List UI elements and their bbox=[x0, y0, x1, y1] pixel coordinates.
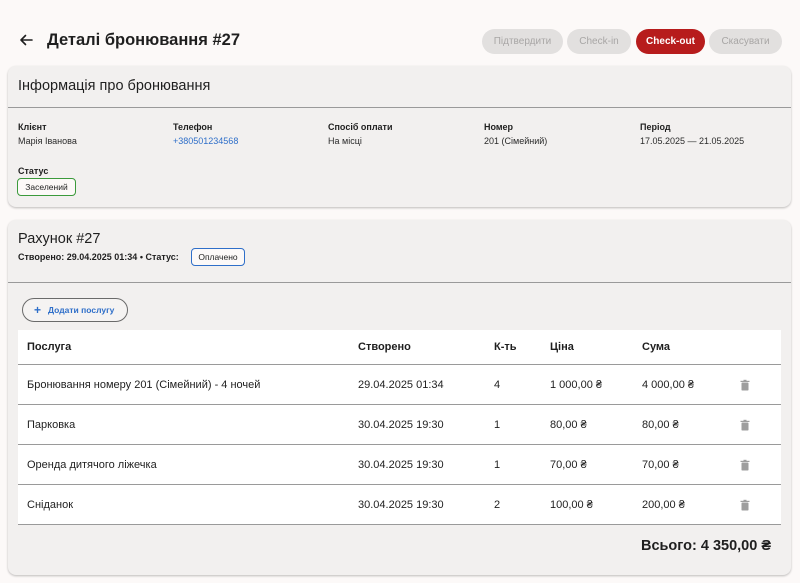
status-badge: Заселений bbox=[17, 178, 76, 196]
cell-created: 30.04.2025 19:30 bbox=[358, 458, 444, 471]
delete-button[interactable] bbox=[739, 405, 751, 444]
delete-button[interactable] bbox=[739, 445, 751, 484]
payment-value: На місці bbox=[328, 136, 362, 146]
client-label: Клієнт bbox=[18, 122, 47, 132]
table-row: Парковка 30.04.2025 19:30 1 80,00 ₴ 80,0… bbox=[18, 405, 781, 445]
booking-info-title: Інформація про бронювання bbox=[18, 78, 211, 94]
cell-created: 30.04.2025 19:30 bbox=[358, 418, 444, 431]
booking-info-card: Інформація про бронювання Клієнт Марія І… bbox=[8, 66, 791, 207]
cell-service: Бронювання номеру 201 (Сімейний) - 4 ноч… bbox=[27, 378, 261, 391]
column-header-service: Послуга bbox=[27, 341, 72, 353]
table-header-row: Послуга Створено К-ть Ціна Сума bbox=[18, 330, 781, 365]
add-service-label: Додати послугу bbox=[48, 305, 115, 315]
column-header-created: Створено bbox=[358, 341, 411, 353]
services-table: Послуга Створено К-ть Ціна Сума Бронюван… bbox=[18, 330, 781, 525]
cell-sum: 4 000,00 ₴ bbox=[642, 378, 694, 391]
table-row: Сніданок 30.04.2025 19:30 2 100,00 ₴ 200… bbox=[18, 485, 781, 525]
cell-sum: 200,00 ₴ bbox=[642, 498, 685, 511]
checkin-button[interactable]: Check-in bbox=[567, 29, 631, 54]
column-header-sum: Сума bbox=[642, 341, 671, 353]
cell-price: 80,00 ₴ bbox=[550, 418, 587, 431]
page-header: Деталі бронювання #27 Підтвердити Check-… bbox=[0, 0, 800, 66]
cell-qty: 1 bbox=[494, 418, 501, 431]
cell-price: 70,00 ₴ bbox=[550, 458, 587, 471]
room-value: 201 (Сімейний) bbox=[484, 136, 548, 146]
invoice-title: Рахунок #27 bbox=[18, 231, 101, 247]
checkout-button[interactable]: Check-out bbox=[636, 29, 705, 54]
page-title: Деталі бронювання #27 bbox=[47, 31, 241, 49]
trash-icon bbox=[740, 459, 750, 470]
column-header-price: Ціна bbox=[550, 341, 574, 353]
period-label: Період bbox=[640, 122, 671, 132]
delete-button[interactable] bbox=[739, 365, 751, 404]
confirm-button[interactable]: Підтвердити bbox=[482, 29, 563, 54]
cell-qty: 1 bbox=[494, 458, 501, 471]
cell-service: Сніданок bbox=[27, 498, 74, 511]
phone-label: Телефон bbox=[173, 122, 213, 132]
client-value: Марія Іванова bbox=[18, 136, 77, 146]
period-value: 17.05.2025 — 21.05.2025 bbox=[640, 136, 745, 146]
trash-icon bbox=[740, 379, 750, 390]
plus-icon: + bbox=[34, 303, 42, 317]
phone-link[interactable]: +380501234568 bbox=[173, 136, 238, 146]
payment-label: Спосіб оплати bbox=[328, 122, 393, 132]
invoice-card: Рахунок #27 Створено: 29.04.2025 01:34 •… bbox=[8, 220, 791, 575]
cell-created: 30.04.2025 19:30 bbox=[358, 498, 444, 511]
cell-price: 100,00 ₴ bbox=[550, 498, 593, 511]
add-service-button[interactable]: + Додати послугу bbox=[22, 298, 128, 322]
column-header-qty: К-ть bbox=[494, 341, 517, 353]
cell-service: Парковка bbox=[27, 418, 76, 431]
cancel-button[interactable]: Скасувати bbox=[709, 29, 782, 54]
divider bbox=[8, 107, 791, 108]
cell-created: 29.04.2025 01:34 bbox=[358, 378, 444, 391]
divider bbox=[8, 282, 791, 283]
back-button[interactable] bbox=[16, 30, 36, 50]
room-label: Номер bbox=[484, 122, 514, 132]
invoice-created-line: Створено: 29.04.2025 01:34 • Статус: bbox=[18, 252, 179, 262]
arrow-back-icon bbox=[20, 34, 33, 46]
cell-price: 1 000,00 ₴ bbox=[550, 378, 602, 391]
invoice-status-badge: Оплачено bbox=[191, 248, 245, 266]
cell-service: Оренда дитячого ліжечка bbox=[27, 458, 157, 471]
trash-icon bbox=[740, 419, 750, 430]
cell-sum: 70,00 ₴ bbox=[642, 458, 679, 471]
cell-qty: 4 bbox=[494, 378, 501, 391]
trash-icon bbox=[740, 499, 750, 510]
invoice-total: Всього: 4 350,00 ₴ bbox=[640, 538, 771, 554]
status-label: Статус bbox=[18, 166, 49, 176]
cell-sum: 80,00 ₴ bbox=[642, 418, 679, 431]
delete-button[interactable] bbox=[739, 485, 751, 524]
table-row: Бронювання номеру 201 (Сімейний) - 4 ноч… bbox=[18, 365, 781, 405]
cell-qty: 2 bbox=[494, 498, 501, 511]
table-row: Оренда дитячого ліжечка 30.04.2025 19:30… bbox=[18, 445, 781, 485]
